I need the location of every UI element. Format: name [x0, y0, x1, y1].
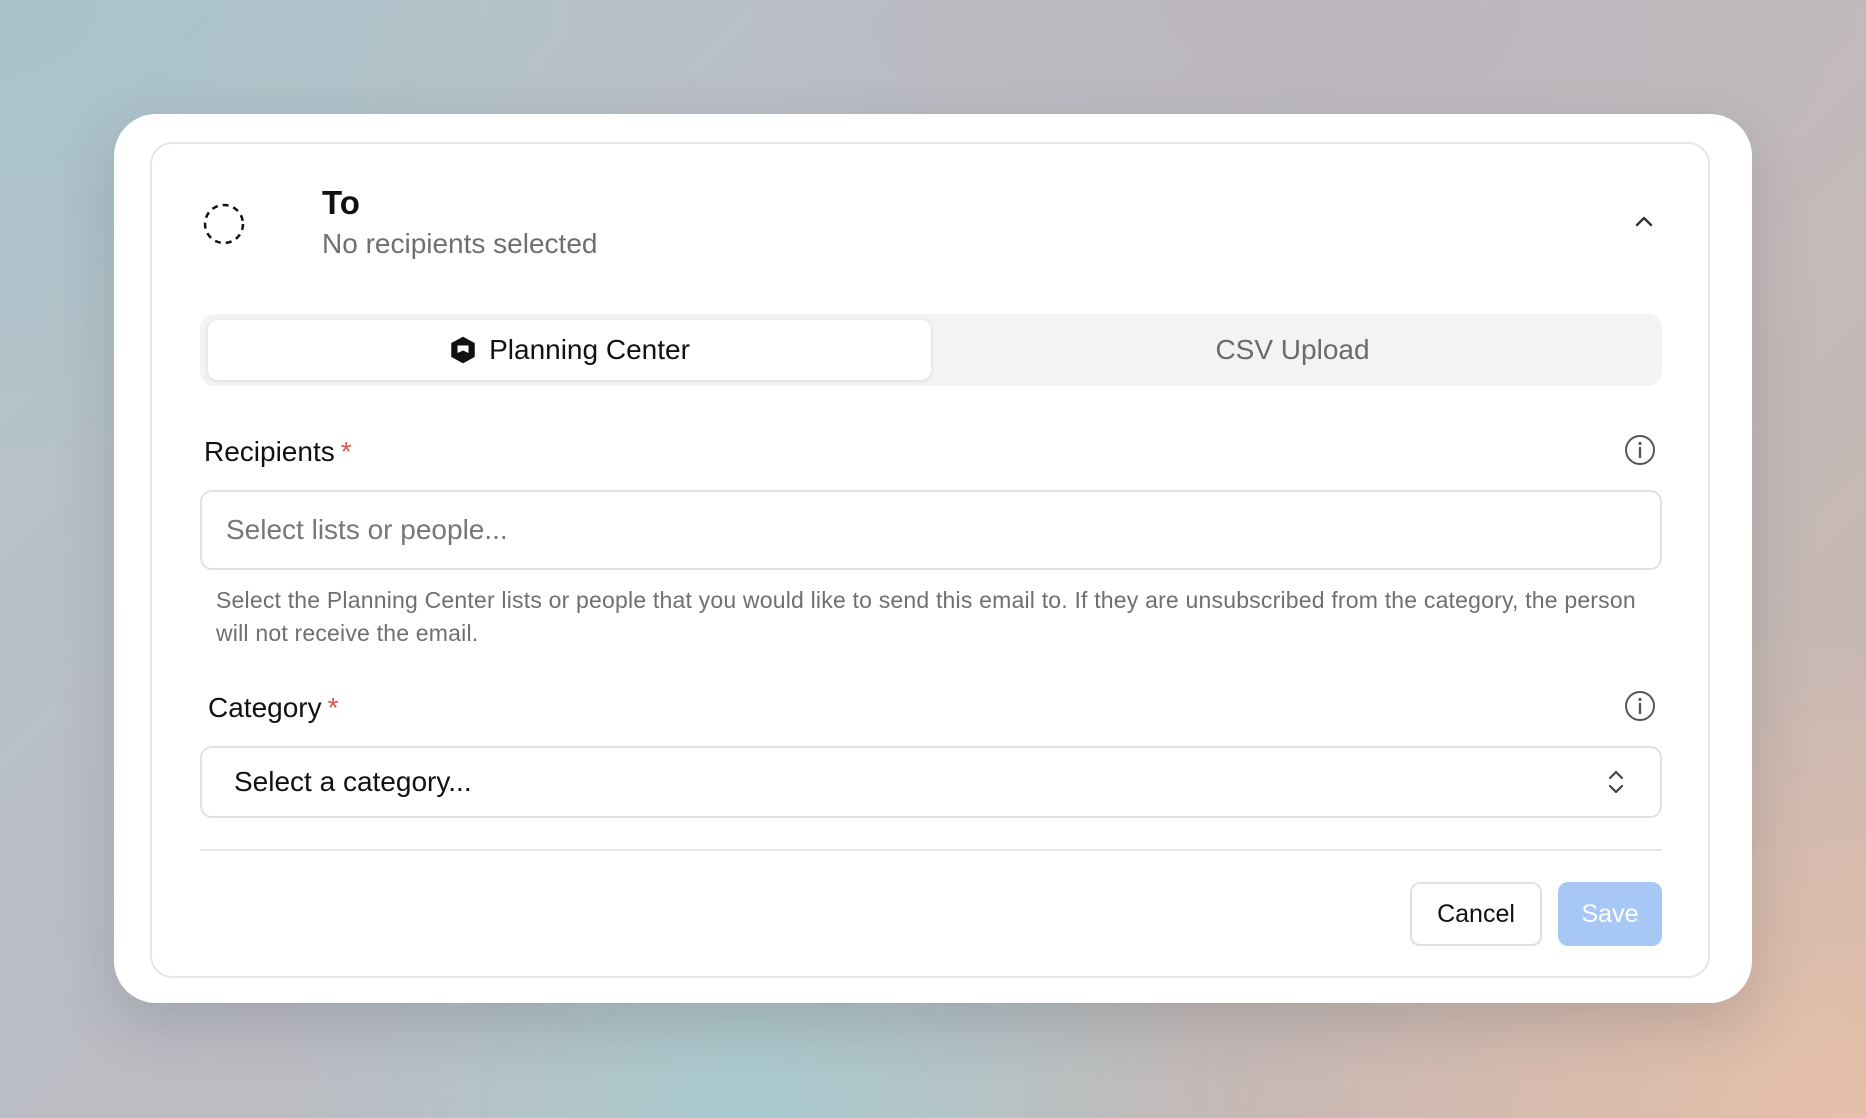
category-select-value: Select a category... — [234, 766, 472, 797]
tab-planning-center[interactable]: Planning Center — [208, 320, 931, 380]
recipients-label-text: Recipients — [204, 436, 335, 467]
dashed-circle-icon — [203, 203, 245, 245]
chevron-up-icon — [1635, 216, 1653, 227]
section-subtitle: No recipients selected — [322, 228, 598, 259]
recipients-input[interactable] — [200, 490, 1662, 570]
recipients-help-text: Select the Planning Center lists or peop… — [216, 587, 1636, 646]
info-icon[interactable] — [1624, 690, 1656, 722]
section-header: To No recipients selected — [200, 180, 1660, 270]
tab-label: CSV Upload — [1215, 334, 1370, 365]
tab-csv-upload[interactable]: CSV Upload — [931, 320, 1654, 380]
category-label-text: Category — [208, 692, 322, 723]
save-button[interactable]: Save — [1558, 882, 1662, 946]
tab-label: Planning Center — [489, 334, 690, 365]
collapse-button[interactable] — [1624, 202, 1664, 242]
required-mark: * — [327, 692, 339, 723]
category-label: Category * — [208, 692, 339, 724]
category-select[interactable]: Select a category... — [200, 746, 1662, 818]
recipients-section-card: To No recipients selected Planning Cente… — [150, 142, 1710, 978]
required-mark: * — [340, 436, 352, 467]
source-tabs: Planning Center CSV Upload — [200, 314, 1662, 386]
modal-dialog: To No recipients selected Planning Cente… — [114, 114, 1752, 1003]
section-title: To — [322, 184, 360, 221]
footer-divider — [200, 849, 1662, 851]
info-icon[interactable] — [1624, 434, 1656, 466]
cancel-button[interactable]: Cancel — [1410, 882, 1542, 946]
planning-center-logo-icon — [451, 336, 475, 364]
chevron-up-down-icon — [1608, 770, 1624, 794]
recipients-label: Recipients * — [204, 436, 352, 468]
